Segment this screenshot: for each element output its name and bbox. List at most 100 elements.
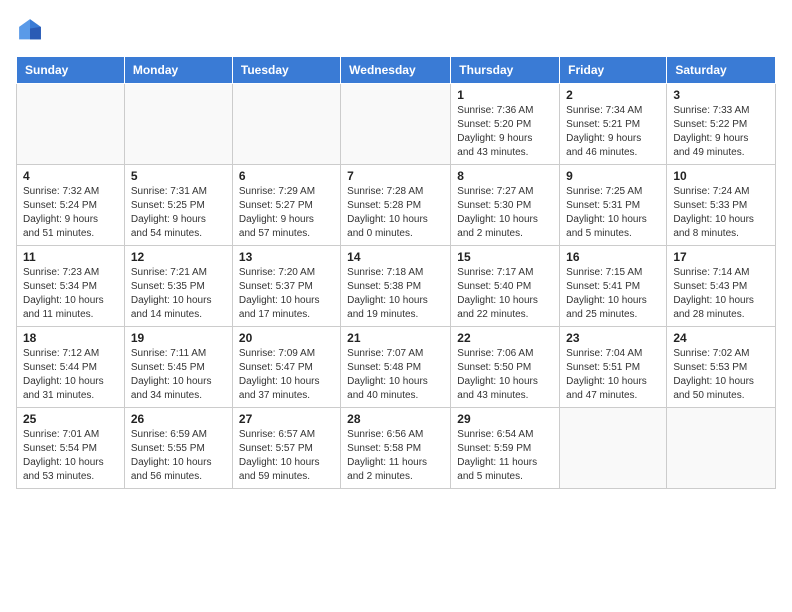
day-info: Sunrise: 7:20 AM Sunset: 5:37 PM Dayligh… — [239, 266, 334, 322]
day-info: Sunrise: 7:28 AM Sunset: 5:28 PM Dayligh… — [347, 185, 444, 241]
calendar-cell — [667, 408, 776, 489]
day-info: Sunrise: 7:02 AM Sunset: 5:53 PM Dayligh… — [673, 347, 769, 403]
weekday-header-wednesday: Wednesday — [341, 57, 451, 84]
day-info: Sunrise: 6:57 AM Sunset: 5:57 PM Dayligh… — [239, 428, 334, 484]
day-number: 17 — [673, 250, 769, 264]
day-info: Sunrise: 7:18 AM Sunset: 5:38 PM Dayligh… — [347, 266, 444, 322]
calendar-cell: 13Sunrise: 7:20 AM Sunset: 5:37 PM Dayli… — [232, 246, 340, 327]
day-number: 14 — [347, 250, 444, 264]
day-number: 10 — [673, 169, 769, 183]
day-info: Sunrise: 7:29 AM Sunset: 5:27 PM Dayligh… — [239, 185, 334, 241]
calendar: SundayMondayTuesdayWednesdayThursdayFrid… — [16, 56, 776, 489]
day-info: Sunrise: 6:59 AM Sunset: 5:55 PM Dayligh… — [131, 428, 226, 484]
calendar-cell: 27 Sunrise: 6:57 AM Sunset: 5:57 PM Dayli… — [232, 408, 340, 489]
calendar-cell: 4 Sunrise: 7:32 AM Sunset: 5:24 PM Daylig… — [17, 165, 125, 246]
calendar-cell — [232, 84, 340, 165]
week-row-5: 25 Sunrise: 7:01 AM Sunset: 5:54 PM Dayli… — [17, 408, 776, 489]
day-info: Sunrise: 7:23 AM Sunset: 5:34 PM Dayligh… — [23, 266, 118, 322]
day-number: 12 — [131, 250, 226, 264]
day-info: Sunrise: 7:12 AM Sunset: 5:44 PM Dayligh… — [23, 347, 118, 403]
day-number: 2 — [566, 88, 660, 102]
week-row-1: 1 Sunrise: 7:36 AM Sunset: 5:20 PM Daylig… — [17, 84, 776, 165]
day-info: Sunrise: 7:04 AM Sunset: 5:51 PM Dayligh… — [566, 347, 660, 403]
calendar-cell: 21Sunrise: 7:07 AM Sunset: 5:48 PM Dayli… — [341, 327, 451, 408]
day-info: Sunrise: 6:56 AM Sunset: 5:58 PM Dayligh… — [347, 428, 444, 484]
day-info: Sunrise: 7:15 AM Sunset: 5:41 PM Dayligh… — [566, 266, 660, 322]
day-number: 4 — [23, 169, 118, 183]
day-number: 28 — [347, 412, 444, 426]
calendar-cell: 1 Sunrise: 7:36 AM Sunset: 5:20 PM Daylig… — [451, 84, 560, 165]
day-number: 9 — [566, 169, 660, 183]
day-info: Sunrise: 7:17 AM Sunset: 5:40 PM Dayligh… — [457, 266, 553, 322]
calendar-cell: 25 Sunrise: 7:01 AM Sunset: 5:54 PM Dayli… — [17, 408, 125, 489]
day-info: Sunrise: 7:31 AM Sunset: 5:25 PM Dayligh… — [131, 185, 226, 241]
day-info: Sunrise: 7:09 AM Sunset: 5:47 PM Dayligh… — [239, 347, 334, 403]
weekday-header-tuesday: Tuesday — [232, 57, 340, 84]
calendar-cell: 24 Sunrise: 7:02 AM Sunset: 5:53 PM Dayli… — [667, 327, 776, 408]
day-number: 18 — [23, 331, 118, 345]
day-number: 5 — [131, 169, 226, 183]
day-info: Sunrise: 7:14 AM Sunset: 5:43 PM Dayligh… — [673, 266, 769, 322]
calendar-cell: 18 Sunrise: 7:12 AM Sunset: 5:44 PM Dayli… — [17, 327, 125, 408]
day-number: 16 — [566, 250, 660, 264]
day-info: Sunrise: 7:01 AM Sunset: 5:54 PM Dayligh… — [23, 428, 118, 484]
calendar-header: SundayMondayTuesdayWednesdayThursdayFrid… — [17, 57, 776, 84]
calendar-cell — [560, 408, 667, 489]
calendar-cell: 14 Sunrise: 7:18 AM Sunset: 5:38 PM Dayli… — [341, 246, 451, 327]
calendar-cell — [341, 84, 451, 165]
calendar-cell: 2 Sunrise: 7:34 AM Sunset: 5:21 PM Daylig… — [560, 84, 667, 165]
day-number: 22 — [457, 331, 553, 345]
day-info: Sunrise: 7:33 AM Sunset: 5:22 PM Dayligh… — [673, 104, 769, 160]
calendar-cell: 10 Sunrise: 7:24 AM Sunset: 5:33 PM Dayli… — [667, 165, 776, 246]
day-info: Sunrise: 7:32 AM Sunset: 5:24 PM Dayligh… — [23, 185, 118, 241]
day-number: 25 — [23, 412, 118, 426]
calendar-cell — [124, 84, 232, 165]
day-info: Sunrise: 7:34 AM Sunset: 5:21 PM Dayligh… — [566, 104, 660, 160]
day-number: 11 — [23, 250, 118, 264]
day-number: 24 — [673, 331, 769, 345]
day-number: 3 — [673, 88, 769, 102]
day-number: 8 — [457, 169, 553, 183]
calendar-cell: 11 Sunrise: 7:23 AM Sunset: 5:34 PM Dayli… — [17, 246, 125, 327]
weekday-header-saturday: Saturday — [667, 57, 776, 84]
calendar-cell: 26 Sunrise: 6:59 AM Sunset: 5:55 PM Dayli… — [124, 408, 232, 489]
calendar-cell: 28 Sunrise: 6:56 AM Sunset: 5:58 PM Dayli… — [341, 408, 451, 489]
calendar-cell: 16 Sunrise: 7:15 AM Sunset: 5:41 PM Dayli… — [560, 246, 667, 327]
calendar-cell: 8 Sunrise: 7:27 AM Sunset: 5:30 PM Daylig… — [451, 165, 560, 246]
weekday-header-thursday: Thursday — [451, 57, 560, 84]
logo-icon — [16, 16, 44, 44]
weekday-header-sunday: Sunday — [17, 57, 125, 84]
day-number: 7 — [347, 169, 444, 183]
week-row-3: 11 Sunrise: 7:23 AM Sunset: 5:34 PM Dayli… — [17, 246, 776, 327]
calendar-cell: 7 Sunrise: 7:28 AM Sunset: 5:28 PM Daylig… — [341, 165, 451, 246]
calendar-cell: 3 Sunrise: 7:33 AM Sunset: 5:22 PM Daylig… — [667, 84, 776, 165]
day-number: 23 — [566, 331, 660, 345]
logo — [16, 16, 48, 44]
day-number: 15 — [457, 250, 553, 264]
calendar-cell: 19 Sunrise: 7:11 AM Sunset: 5:45 PM Dayli… — [124, 327, 232, 408]
day-info: Sunrise: 7:21 AM Sunset: 5:35 PM Dayligh… — [131, 266, 226, 322]
weekday-header-friday: Friday — [560, 57, 667, 84]
calendar-body: 1 Sunrise: 7:36 AM Sunset: 5:20 PM Daylig… — [17, 84, 776, 489]
day-info: Sunrise: 7:11 AM Sunset: 5:45 PM Dayligh… — [131, 347, 226, 403]
day-info: Sunrise: 7:25 AM Sunset: 5:31 PM Dayligh… — [566, 185, 660, 241]
weekday-header-monday: Monday — [124, 57, 232, 84]
week-row-2: 4 Sunrise: 7:32 AM Sunset: 5:24 PM Daylig… — [17, 165, 776, 246]
day-number: 19 — [131, 331, 226, 345]
day-info: Sunrise: 7:27 AM Sunset: 5:30 PM Dayligh… — [457, 185, 553, 241]
calendar-cell: 23 Sunrise: 7:04 AM Sunset: 5:51 PM Dayli… — [560, 327, 667, 408]
calendar-cell: 17 Sunrise: 7:14 AM Sunset: 5:43 PM Dayli… — [667, 246, 776, 327]
day-number: 27 — [239, 412, 334, 426]
week-row-4: 18 Sunrise: 7:12 AM Sunset: 5:44 PM Dayli… — [17, 327, 776, 408]
calendar-cell: 6Sunrise: 7:29 AM Sunset: 5:27 PM Daylig… — [232, 165, 340, 246]
day-info: Sunrise: 7:36 AM Sunset: 5:20 PM Dayligh… — [457, 104, 553, 160]
day-number: 1 — [457, 88, 553, 102]
calendar-cell — [17, 84, 125, 165]
day-info: Sunrise: 7:06 AM Sunset: 5:50 PM Dayligh… — [457, 347, 553, 403]
day-number: 26 — [131, 412, 226, 426]
day-number: 29 — [457, 412, 553, 426]
calendar-cell: 15 Sunrise: 7:17 AM Sunset: 5:40 PM Dayli… — [451, 246, 560, 327]
weekday-row: SundayMondayTuesdayWednesdayThursdayFrid… — [17, 57, 776, 84]
calendar-cell: 9 Sunrise: 7:25 AM Sunset: 5:31 PM Daylig… — [560, 165, 667, 246]
day-info: Sunrise: 7:24 AM Sunset: 5:33 PM Dayligh… — [673, 185, 769, 241]
